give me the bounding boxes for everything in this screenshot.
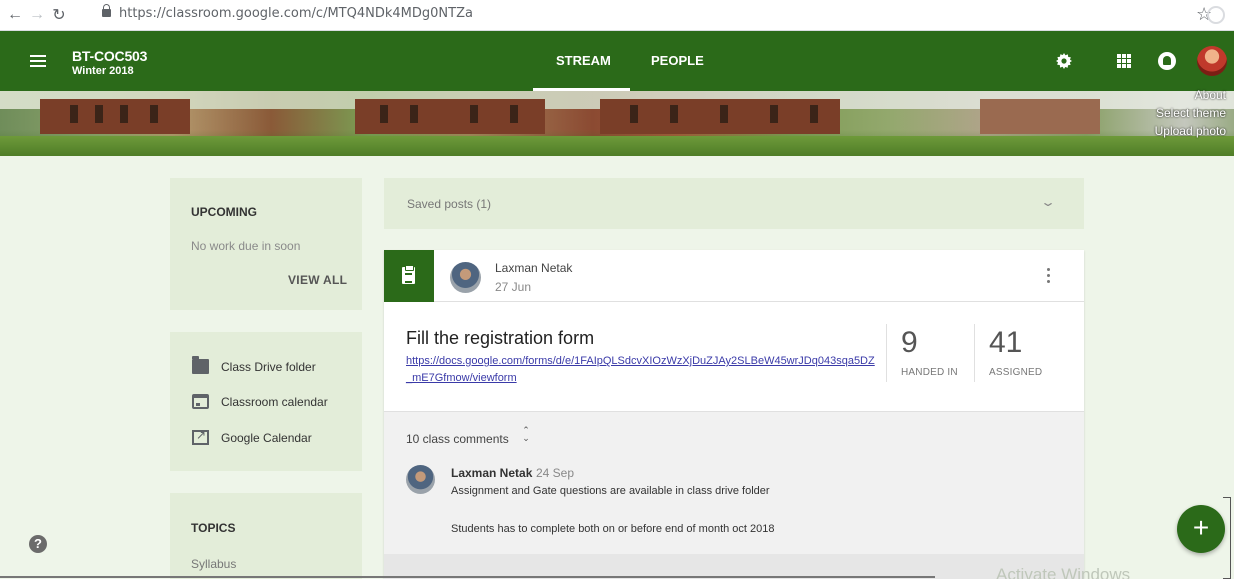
comments-count[interactable]: 10 class comments [406,432,509,446]
class-comments-section: 10 class comments ⌃ ⌄ Laxman Netak 24 Sep… [384,411,1084,554]
calendar-icon [192,394,209,409]
more-options-icon[interactable] [1047,268,1051,286]
help-icon[interactable]: ? [29,535,47,553]
upcoming-card: UPCOMING No work due in soon VIEW ALL [170,178,362,310]
classroom-calendar-label: Classroom calendar [221,394,328,409]
create-post-button[interactable]: + [1177,505,1225,553]
assignment-icon [384,250,434,302]
tab-stream[interactable]: STREAM [556,53,611,68]
handed-in-count[interactable]: 9 [901,326,918,360]
expand-collapse-icon[interactable]: ⌃ ⌄ [521,426,531,443]
stat-divider [974,324,975,382]
class-drive-folder-link[interactable]: Class Drive folder [192,356,316,374]
post-date: 27 Jun [495,280,532,294]
extension-icon[interactable] [1207,6,1225,24]
class-header: BT-COC503 Winter 2018 STREAM PEOPLE [0,31,1234,91]
forward-arrow-icon[interactable]: → [26,6,48,24]
user-avatar[interactable] [1197,46,1227,76]
class-links-card: Class Drive folder Classroom calendar Go… [170,332,362,471]
topics-card: TOPICS Syllabus [170,493,362,579]
class-drive-folder-label: Class Drive folder [221,359,316,374]
horizontal-scrollbar[interactable] [0,576,935,578]
menu-icon[interactable] [30,55,46,67]
browser-toolbar: ← → ↻ https://classroom.google.com/c/MTQ… [0,0,1234,31]
reload-icon[interactable]: ↻ [48,5,70,25]
back-arrow-icon[interactable]: ← [4,6,26,24]
view-all-button[interactable]: VIEW ALL [288,273,347,287]
commenter-avatar [406,465,435,494]
classroom-calendar-link[interactable]: Classroom calendar [192,394,328,409]
saved-posts-label: Saved posts (1) [407,197,492,211]
lock-icon [102,4,111,17]
about-link[interactable]: About [1195,88,1226,102]
form-link[interactable]: https://docs.google.com/forms/d/e/1FAIpQ… [406,353,876,387]
chevron-down-icon[interactable]: ⌄ [1040,195,1056,209]
apps-grid-icon[interactable] [1117,54,1131,68]
folder-icon [192,356,209,374]
post-author: Laxman Netak [495,261,573,275]
assigned-count[interactable]: 41 [989,326,1022,360]
class-banner-image [0,91,1234,156]
google-calendar-label: Google Calendar [221,430,312,445]
comment-text-line1: Assignment and Gate questions are availa… [451,485,770,497]
class-section: Winter 2018 [72,65,134,77]
comment-author: Laxman Netak [451,466,533,480]
assignment-title[interactable]: Fill the registration form [406,328,594,349]
assignment-post: Laxman Netak 27 Jun Fill the registratio… [384,250,1084,579]
address-bar[interactable]: https://classroom.google.com/c/MTQ4NDk4M… [119,6,473,21]
assigned-label: ASSIGNED [989,367,1043,378]
topic-item[interactable]: Syllabus [191,557,236,571]
window-edge [1223,497,1231,579]
saved-posts-bar[interactable]: Saved posts (1) ⌄ [384,178,1084,229]
stat-divider [886,324,887,382]
upcoming-empty-text: No work due in soon [191,239,301,253]
post-header: Laxman Netak 27 Jun [384,250,1084,302]
upload-photo-link[interactable]: Upload photo [1155,124,1226,138]
google-calendar-link[interactable]: Google Calendar [192,428,312,445]
comment-text-line2: Students has to complete both on or befo… [451,523,775,535]
comment-date: 24 Sep [536,466,575,480]
settings-gear-icon[interactable] [1056,53,1072,69]
tab-people[interactable]: PEOPLE [651,53,704,68]
topics-heading: TOPICS [191,521,236,535]
handed-in-label: HANDED IN [901,367,958,378]
open-external-icon [192,428,209,445]
activate-windows-watermark: Activate Windows [996,565,1131,579]
notifications-icon[interactable] [1158,52,1176,70]
class-name[interactable]: BT-COC503 [72,48,147,64]
author-avatar [450,262,481,293]
select-theme-link[interactable]: Select theme [1156,106,1226,120]
upcoming-heading: UPCOMING [191,205,257,219]
